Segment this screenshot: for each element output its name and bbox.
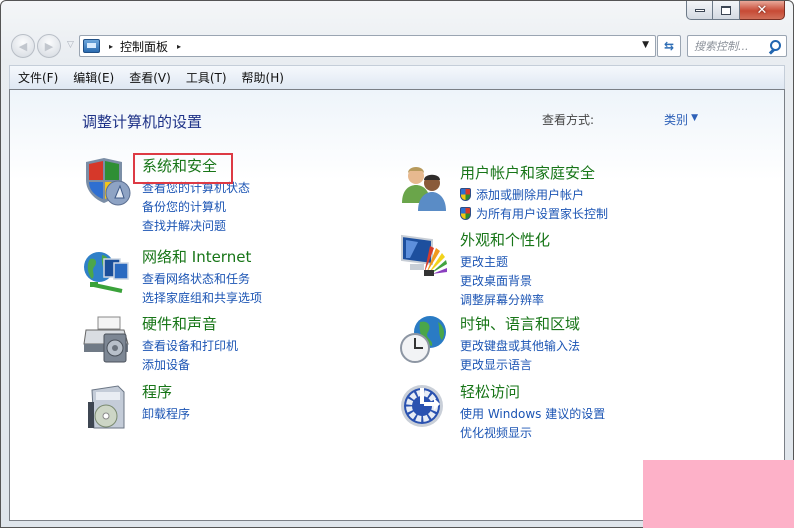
category-hardware-sound: 硬件和声音 查看设备和打印机 添加设备 xyxy=(82,314,392,384)
category-title-appearance[interactable]: 外观和个性化 xyxy=(460,229,550,250)
link-devices-printers[interactable]: 查看设备和打印机 xyxy=(142,336,238,355)
title-bar[interactable]: ✕ xyxy=(1,1,793,31)
maximize-button[interactable] xyxy=(713,1,740,20)
category-title-user-accounts[interactable]: 用户帐户和家庭安全 xyxy=(460,162,595,183)
programs-disc-icon[interactable] xyxy=(82,382,132,432)
window-controls: ✕ xyxy=(686,1,785,20)
link-recommended-settings[interactable]: 使用 Windows 建议的设置 xyxy=(460,404,605,423)
search-icon[interactable] xyxy=(767,39,782,54)
forward-button[interactable]: ▶ xyxy=(37,34,61,58)
search-placeholder: 搜索控制... xyxy=(694,40,749,53)
chevron-down-icon[interactable]: ▼ xyxy=(691,113,698,123)
category-clock-language: 时钟、语言和区域 更改键盘或其他输入法 更改显示语言 xyxy=(400,314,710,384)
overlay-block xyxy=(643,460,794,528)
link-backup-computer[interactable]: 备份您的计算机 xyxy=(142,197,250,216)
menu-view[interactable]: 查看(V) xyxy=(129,69,171,86)
back-button[interactable]: ◀ xyxy=(11,34,35,58)
category-title-network-internet[interactable]: 网络和 Internet xyxy=(142,246,251,267)
navigation-bar: ◀ ▶ ▽ ▸ 控制面板 ▸ ▼ ⇆ 搜索控制... xyxy=(9,32,787,60)
category-title-hardware-sound[interactable]: 硬件和声音 xyxy=(142,313,217,334)
control-panel-icon xyxy=(83,39,100,53)
link-change-display-language[interactable]: 更改显示语言 xyxy=(460,355,580,374)
link-adjust-resolution[interactable]: 调整屏幕分辨率 xyxy=(460,290,544,309)
breadcrumb-separator[interactable]: ▸ xyxy=(177,42,181,51)
link-check-computer-status[interactable]: 查看您的计算机状态 xyxy=(142,178,250,197)
link-add-remove-accounts[interactable]: 添加或删除用户帐户 xyxy=(460,185,608,204)
security-shield-icon[interactable] xyxy=(82,156,132,206)
view-by-label: 查看方式: xyxy=(541,113,594,127)
control-panel-window: ✕ ◀ ▶ ▽ ▸ 控制面板 ▸ ▼ ⇆ 搜索控制... 文件(F) 编辑(E)… xyxy=(0,0,794,528)
link-network-status[interactable]: 查看网络状态和任务 xyxy=(142,269,262,288)
menu-help[interactable]: 帮助(H) xyxy=(242,69,284,86)
ease-of-access-icon[interactable] xyxy=(400,382,450,432)
back-arrow-icon: ◀ xyxy=(18,39,28,53)
link-troubleshoot[interactable]: 查找并解决问题 xyxy=(142,216,250,235)
recent-pages-dropdown[interactable]: ▽ xyxy=(67,40,74,50)
printer-speaker-icon[interactable] xyxy=(82,314,132,364)
clock-globe-icon[interactable] xyxy=(400,314,450,364)
close-icon: ✕ xyxy=(756,2,768,18)
content-pane: 调整计算机的设置 查看方式: 类别 ▼ 系统和安全 查看您的计算机状态 备份您的… xyxy=(9,89,785,521)
category-title-programs[interactable]: 程序 xyxy=(142,381,172,402)
category-title-ease-of-access[interactable]: 轻松访问 xyxy=(460,381,520,402)
link-homegroup-sharing[interactable]: 选择家庭组和共享选项 xyxy=(142,288,262,307)
users-icon[interactable] xyxy=(400,163,450,213)
category-title-system-security[interactable]: 系统和安全 xyxy=(142,155,217,176)
category-user-accounts: 用户帐户和家庭安全 添加或删除用户帐户 为所有用户设置家长控制 xyxy=(400,163,710,233)
minimize-button[interactable] xyxy=(686,1,713,20)
page-title: 调整计算机的设置 xyxy=(82,113,203,131)
breadcrumb-separator[interactable]: ▸ xyxy=(109,42,113,51)
category-programs: 程序 卸载程序 xyxy=(82,382,392,452)
search-input[interactable]: 搜索控制... xyxy=(687,35,787,57)
category-title-clock-language[interactable]: 时钟、语言和区域 xyxy=(460,313,580,334)
link-change-background[interactable]: 更改桌面背景 xyxy=(460,271,544,290)
category-system-security: 系统和安全 查看您的计算机状态 备份您的计算机 查找并解决问题 xyxy=(82,155,392,233)
close-button[interactable]: ✕ xyxy=(740,1,785,20)
category-appearance: 外观和个性化 更改主题 更改桌面背景 调整屏幕分辨率 xyxy=(400,229,710,307)
address-dropdown-icon[interactable]: ▼ xyxy=(642,40,649,50)
network-globe-icon[interactable] xyxy=(82,247,132,297)
menu-file[interactable]: 文件(F) xyxy=(18,69,58,86)
uac-shield-icon xyxy=(460,207,471,220)
link-label: 为所有用户设置家长控制 xyxy=(476,207,609,221)
category-network-internet: 网络和 Internet 查看网络状态和任务 选择家庭组和共享选项 xyxy=(82,247,392,317)
link-parental-controls[interactable]: 为所有用户设置家长控制 xyxy=(460,204,608,223)
link-uninstall-program[interactable]: 卸载程序 xyxy=(142,404,190,423)
menu-tools[interactable]: 工具(T) xyxy=(186,69,227,86)
menu-bar: 文件(F) 编辑(E) 查看(V) 工具(T) 帮助(H) xyxy=(9,65,785,89)
forward-arrow-icon: ▶ xyxy=(44,39,54,53)
maximize-icon xyxy=(721,5,731,15)
refresh-icon: ⇆ xyxy=(663,39,675,53)
view-by-dropdown[interactable]: 类别 xyxy=(664,111,688,128)
category-ease-of-access: 轻松访问 使用 Windows 建议的设置 优化视频显示 xyxy=(400,382,710,452)
menu-edit[interactable]: 编辑(E) xyxy=(73,69,114,86)
link-optimize-display[interactable]: 优化视频显示 xyxy=(460,423,605,442)
link-change-input-method[interactable]: 更改键盘或其他输入法 xyxy=(460,336,580,355)
uac-shield-icon xyxy=(460,188,471,201)
link-label: 添加或删除用户帐户 xyxy=(476,188,585,202)
refresh-button[interactable]: ⇆ xyxy=(657,35,681,57)
breadcrumb-control-panel[interactable]: 控制面板 xyxy=(120,38,168,55)
address-bar[interactable]: ▸ 控制面板 ▸ ▼ xyxy=(79,35,656,57)
link-change-theme[interactable]: 更改主题 xyxy=(460,252,544,271)
link-add-device[interactable]: 添加设备 xyxy=(142,355,238,374)
appearance-palette-icon[interactable] xyxy=(400,230,450,280)
minimize-icon xyxy=(694,8,705,12)
